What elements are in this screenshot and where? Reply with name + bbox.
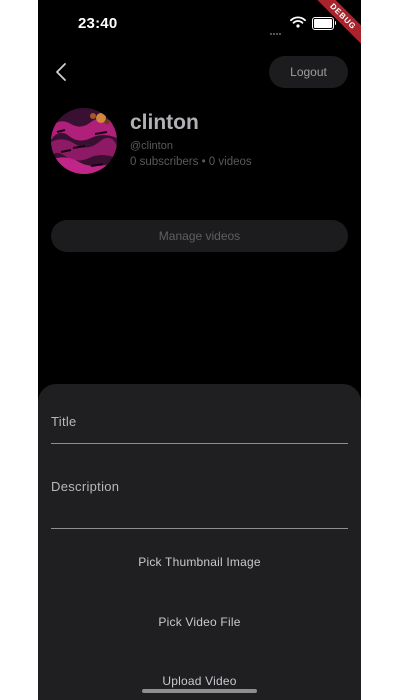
channel-handle: @clinton [130, 140, 173, 152]
description-input[interactable] [51, 479, 348, 499]
battery-icon [312, 17, 336, 30]
title-field [51, 404, 348, 444]
logout-button[interactable]: Logout [269, 56, 348, 88]
avatar [51, 108, 117, 174]
channel-name: clinton [130, 111, 199, 134]
chevron-left-icon [56, 63, 66, 81]
title-input[interactable] [51, 414, 348, 429]
wifi-icon [290, 15, 306, 33]
home-indicator [142, 689, 257, 693]
phone-screen: 23:40 DEBUG Logout clinton @clinton 0 su… [38, 0, 361, 700]
status-time: 23:40 [78, 15, 118, 32]
status-bar: 23:40 [38, 0, 361, 48]
upload-bottom-sheet: Pick Thumbnail Image Pick Video File Upl… [38, 384, 361, 700]
manage-videos-button[interactable]: Manage videos [51, 220, 348, 252]
cellular-signal-icon [270, 22, 282, 40]
channel-stats: 0 subscribers • 0 videos [130, 156, 252, 168]
pick-thumbnail-button[interactable]: Pick Thumbnail Image [38, 555, 361, 569]
upload-video-button[interactable]: Upload Video [38, 674, 361, 688]
back-button[interactable] [52, 60, 72, 84]
pick-video-button[interactable]: Pick Video File [38, 615, 361, 629]
description-field [51, 468, 348, 529]
